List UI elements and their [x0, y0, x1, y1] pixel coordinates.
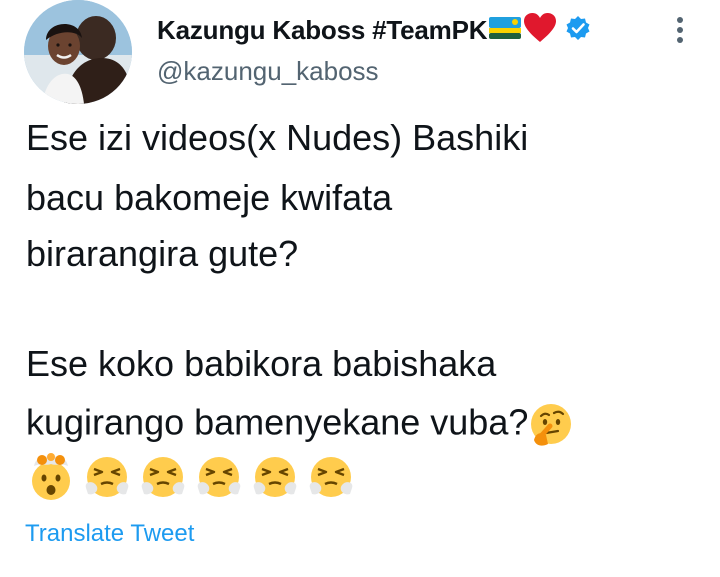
rwanda-flag-icon [489, 16, 522, 44]
face-with-steam-icon [194, 452, 244, 507]
face-with-steam-icon [250, 452, 300, 507]
translate-tweet-link[interactable]: Translate Tweet [25, 520, 194, 548]
red-heart-icon [523, 12, 557, 49]
author-name-row[interactable]: Kazungu Kaboss #TeamPK [157, 10, 591, 50]
verified-badge-icon [565, 15, 591, 46]
face-with-steam-icon [306, 452, 356, 507]
avatar[interactable] [24, 0, 132, 104]
tweet-text-line-with-emoji: kugirango bamenyekane vuba? [26, 402, 574, 448]
emoji-row [26, 452, 356, 507]
tweet-text-line: birarangira gute? [26, 233, 299, 274]
face-with-steam-icon [138, 452, 188, 507]
thinking-face-icon [528, 402, 574, 448]
tweet-text-line: Ese koko babikora babishaka [26, 343, 497, 384]
exploding-head-icon [26, 452, 76, 507]
tweet-text-line: bacu bakomeje kwifata [26, 177, 393, 218]
author-handle[interactable]: @kazungu_kaboss [157, 56, 379, 87]
tweet-text-line: kugirango bamenyekane vuba? [26, 401, 529, 443]
more-options-icon[interactable] [670, 14, 690, 46]
face-with-steam-icon [82, 452, 132, 507]
tweet: Kazungu Kaboss #TeamPK @kazungu_kaboss E… [0, 0, 720, 577]
author-display-name[interactable]: Kazungu Kaboss #TeamPK [157, 15, 488, 46]
tweet-text-line: Ese izi videos(x Nudes) Bashiki [26, 117, 529, 158]
